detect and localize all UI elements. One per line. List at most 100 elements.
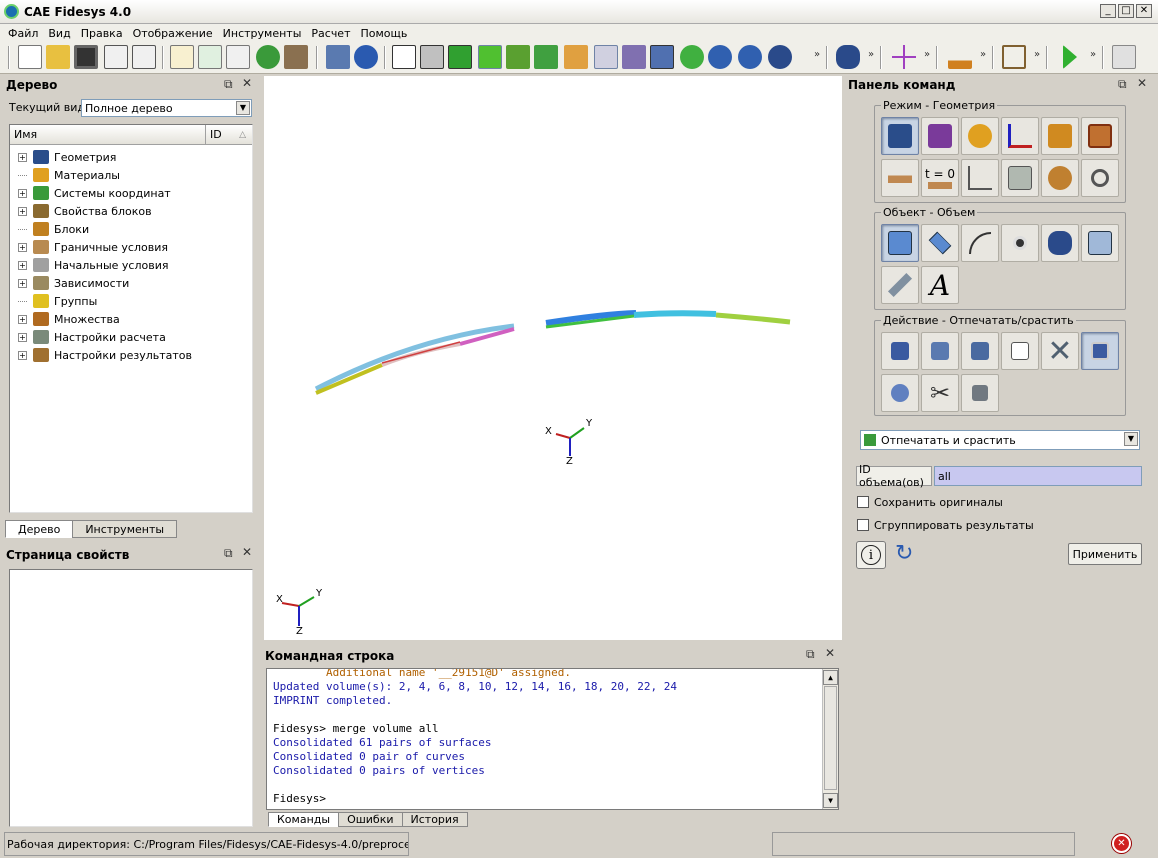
tree-item[interactable]: + Настройки расчета [18,328,166,346]
expand-icon[interactable]: + [18,278,27,288]
properties-volume-button[interactable] [1001,332,1039,370]
close-panel-icon[interactable]: ✕ [825,646,835,660]
bc-mode-button[interactable] [881,159,919,197]
expand-icon[interactable]: + [18,332,27,342]
tree-item[interactable]: + Граничные условия [18,238,168,256]
delete-volume-button[interactable]: ✕ [1041,332,1079,370]
tab-history[interactable]: История [401,812,468,827]
boolean-volume-button[interactable] [881,374,919,412]
console-scrollbar[interactable]: ▲ ▼ [822,669,838,809]
material-mode-button[interactable] [961,117,999,155]
tree-item[interactable]: Группы [18,292,97,310]
grid-axes-icon[interactable] [594,45,618,69]
keep-originals-checkbox[interactable] [857,496,869,508]
open-folder-icon[interactable] [46,45,70,69]
calc-settings-button[interactable] [1001,159,1039,197]
hammer-icon[interactable] [284,45,308,69]
shaded-cube-icon[interactable] [448,45,472,69]
tab-tools[interactable]: Инструменты [72,520,178,538]
transparent-cube-icon[interactable] [622,45,646,69]
play-icon[interactable] [1063,45,1077,69]
expand-icon[interactable]: + [18,152,27,162]
minimize-button[interactable]: _ [1100,4,1116,18]
inspect-button[interactable] [1081,159,1119,197]
blocks-mode-button[interactable] [1041,117,1079,155]
tree-col-id[interactable]: ID △ [206,128,252,141]
expand-icon[interactable]: + [18,206,27,216]
nodes-icon[interactable] [564,45,588,69]
export-icon[interactable] [132,45,156,69]
refresh-icon[interactable] [680,45,704,69]
close-panel-icon[interactable]: ✕ [242,545,252,559]
load-icon[interactable] [948,45,972,69]
scroll-up-icon[interactable]: ▲ [823,670,838,685]
tree-col-name[interactable]: Имя [10,125,206,144]
volume-object-button[interactable] [881,224,919,262]
measure-object-button[interactable] [881,266,919,304]
undo-icon[interactable] [354,45,378,69]
menu-tools[interactable]: Инструменты [218,27,307,40]
journal-id-icon[interactable] [226,45,250,69]
curve-object-button[interactable] [961,224,999,262]
toolbar-overflow-icon[interactable]: » [980,49,986,60]
scroll-down-icon[interactable]: ▼ [823,793,838,808]
zoom-out-icon[interactable] [738,45,762,69]
menu-edit[interactable]: Правка [76,27,128,40]
info-button[interactable]: i [856,541,886,569]
transform-volume-button[interactable] [961,332,999,370]
menu-display[interactable]: Отображение [128,27,218,40]
tree-item[interactable]: Материалы [18,166,120,184]
float-panel-icon[interactable]: ⧉ [806,647,815,662]
command-console[interactable]: Additional name '__29151@D' assigned. Upd… [266,668,839,810]
decompose-volume-button[interactable]: ✂ [921,374,959,412]
expand-icon[interactable]: + [18,314,27,324]
tree-item[interactable]: + Множества [18,310,120,328]
scroll-thumb[interactable] [824,686,837,790]
imprint-merge-button[interactable] [1081,332,1119,370]
maximize-button[interactable]: □ [1118,4,1134,18]
group-results-checkbox[interactable] [857,519,869,531]
tree-item[interactable]: + Свойства блоков [18,202,152,220]
tree-item[interactable]: + Системы координат [18,184,171,202]
zoom-in-icon[interactable] [708,45,732,69]
coordsys-mode-button[interactable] [1001,117,1039,155]
close-panel-icon[interactable]: ✕ [1137,76,1147,90]
run-script-icon[interactable] [198,45,222,69]
close-window-button[interactable]: ✕ [1136,4,1152,18]
shapes-icon[interactable] [506,45,530,69]
expand-icon[interactable]: + [18,242,27,252]
crosshair-icon[interactable] [892,45,916,69]
vertex-object-button[interactable] [1001,224,1039,262]
view-select[interactable]: Полное дерево ▼ [81,99,252,117]
reset-icon[interactable]: ↻ [895,542,913,566]
solid-cube-icon[interactable] [478,45,502,69]
cleanup-volume-button[interactable] [961,374,999,412]
expand-icon[interactable]: + [18,188,27,198]
stopwatch-icon[interactable] [326,45,350,69]
dependency-mode-button[interactable] [961,159,999,197]
geometry-mode-button[interactable] [881,117,919,155]
error-icon[interactable]: ✕ [1112,834,1131,853]
toolbar-overflow-icon[interactable]: » [924,49,930,60]
tree-item[interactable]: + Начальные условия [18,256,168,274]
volume-id-input[interactable]: all [934,466,1142,486]
menu-calc[interactable]: Расчет [306,27,355,40]
tab-commands[interactable]: Команды [268,812,340,827]
mesh-mode-button[interactable] [921,117,959,155]
toolbar-overflow-icon[interactable]: » [1090,49,1096,60]
graphics-viewport[interactable]: X Y Z X Y Z [264,76,842,640]
text-object-button[interactable]: A [921,266,959,304]
surface-object-button[interactable] [921,224,959,262]
tree-item[interactable]: + Зависимости [18,274,129,292]
rotate-view-icon[interactable] [768,45,792,69]
swap-axes-icon[interactable] [1112,45,1136,69]
menu-help[interactable]: Помощь [356,27,413,40]
float-panel-icon[interactable]: ⧉ [224,546,233,561]
menu-file[interactable]: Файл [3,27,43,40]
body-object-button[interactable] [1081,224,1119,262]
window-icon[interactable] [650,45,674,69]
wireframe-cube-icon[interactable] [392,45,416,69]
expand-icon[interactable]: + [18,260,27,270]
toolbar-overflow-icon[interactable]: » [868,49,874,60]
create-volume-button[interactable] [881,332,919,370]
